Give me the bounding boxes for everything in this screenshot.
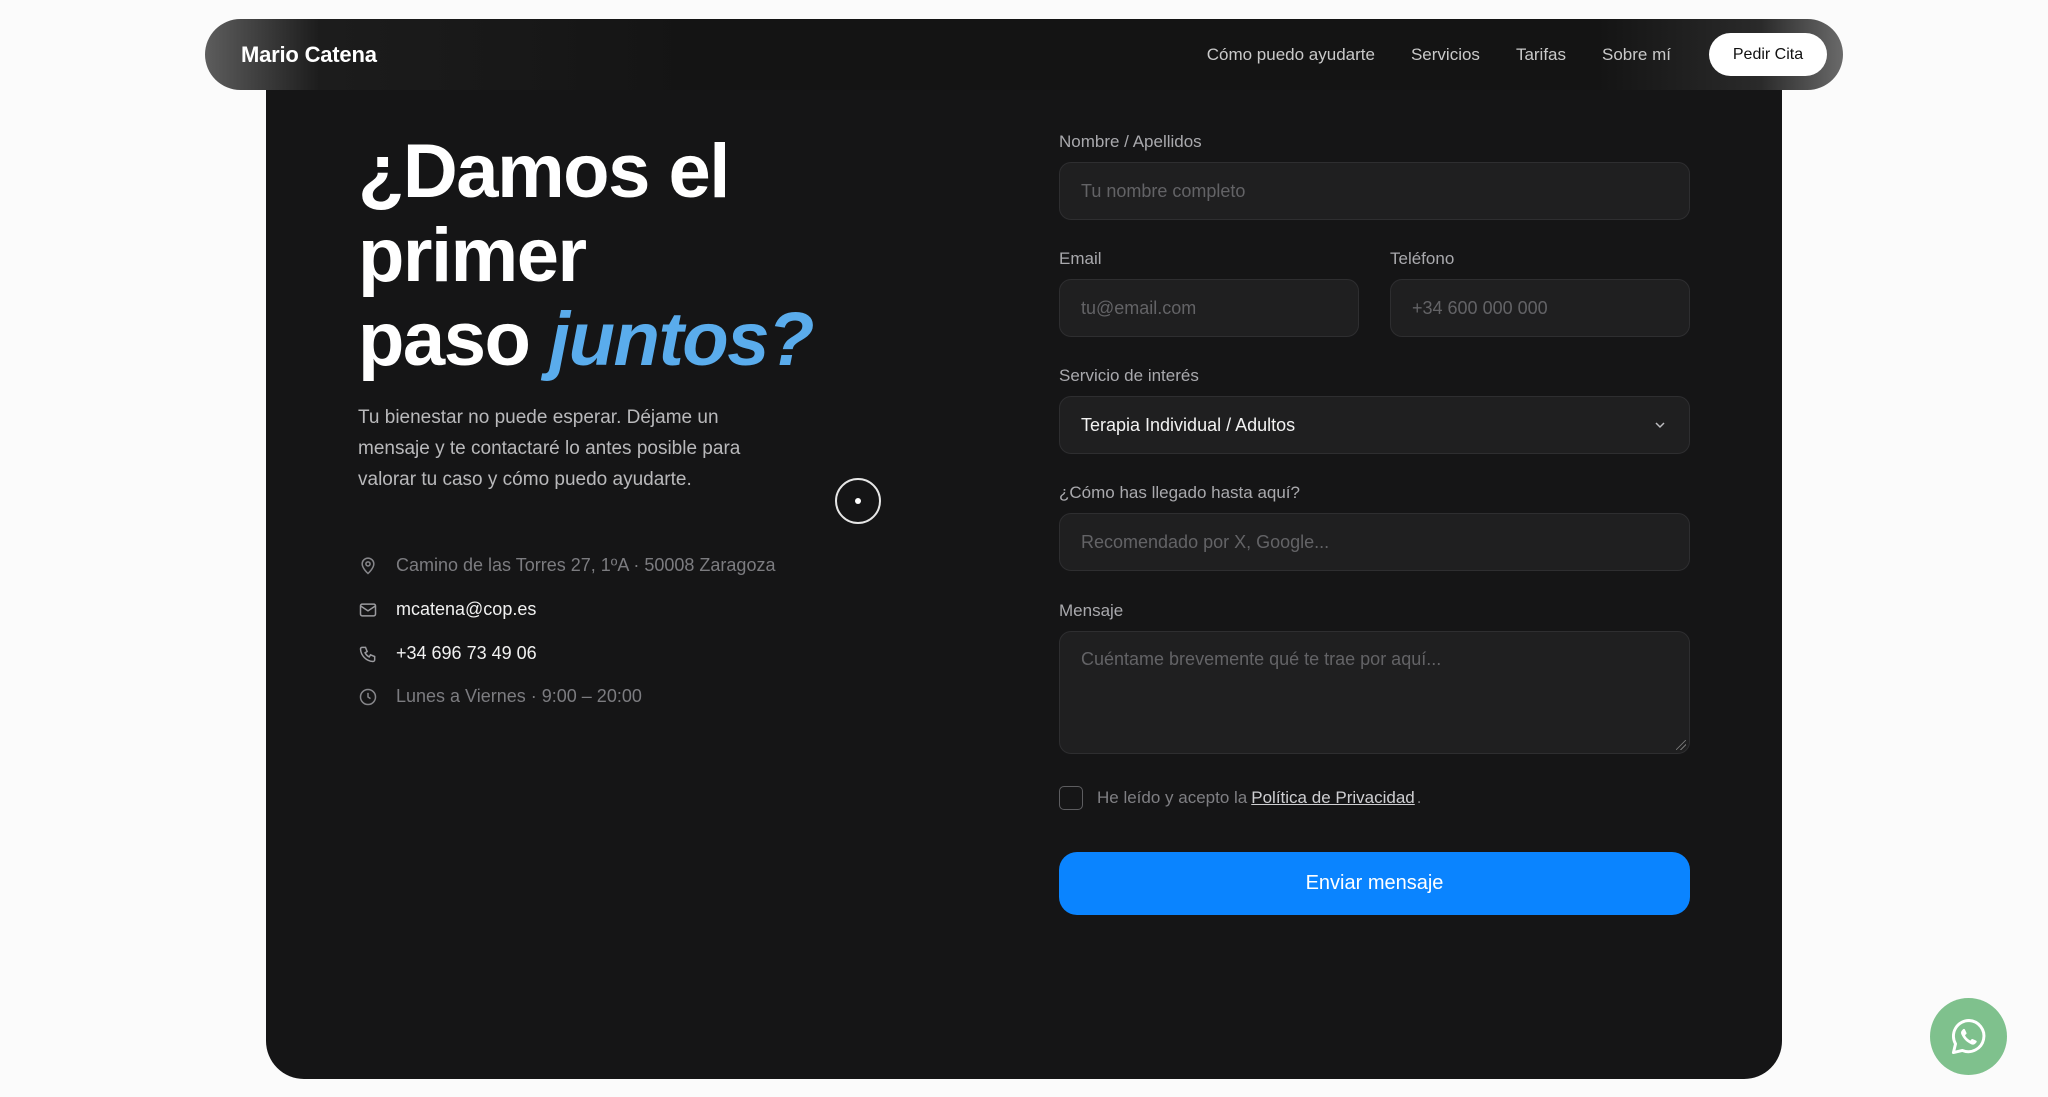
name-input[interactable]: Tu nombre completo	[1059, 162, 1690, 220]
contact-hours: Lunes a Viernes · 9:00 – 20:00	[358, 686, 642, 707]
privacy-checkbox[interactable]	[1059, 786, 1083, 810]
title-line-2: primer	[358, 213, 587, 298]
contact-address: Camino de las Torres 27, 1ºA · 50008 Zar…	[358, 555, 775, 576]
contact-email[interactable]: mcatena@cop.es	[358, 599, 536, 620]
name-label: Nombre / Apellidos	[1059, 132, 1202, 151]
consent-text: He leído y acepto la	[1097, 788, 1248, 807]
intro-text: Tu bienestar no puede esperar. Déjame un…	[358, 407, 741, 490]
title-line-1: ¿Damos el	[358, 129, 730, 214]
email-label: Email	[1059, 249, 1102, 268]
email-input[interactable]: tu@email.com	[1059, 279, 1359, 337]
send-message-button[interactable]: Enviar mensaje	[1059, 852, 1690, 915]
email-link[interactable]: mcatena@cop.es	[396, 599, 536, 620]
phone-link[interactable]: +34 696 73 49 06	[396, 643, 537, 664]
phone-input[interactable]: +34 600 000 000	[1390, 279, 1690, 337]
message-placeholder: Cuéntame brevemente qué te trae por aquí…	[1081, 649, 1442, 669]
phone-label: Teléfono	[1390, 249, 1455, 268]
whatsapp-button[interactable]	[1930, 998, 2007, 1075]
nav-links: Cómo puedo ayudarte Servicios Tarifas So…	[1207, 33, 1827, 76]
brand-logo[interactable]: Mario Catena	[241, 42, 377, 68]
privacy-consent: He leído y acepto la Política de Privaci…	[1059, 786, 1421, 810]
mail-icon	[358, 600, 378, 620]
resize-handle-icon[interactable]	[1676, 740, 1686, 750]
whatsapp-icon	[1947, 1015, 1991, 1059]
top-navbar: Mario Catena Cómo puedo ayudarte Servici…	[205, 19, 1843, 90]
message-label: Mensaje	[1059, 601, 1124, 620]
service-select[interactable]: Terapia Individual / Adultos	[1059, 396, 1690, 454]
contact-phone[interactable]: +34 696 73 49 06	[358, 643, 537, 664]
title-line-3: paso	[358, 297, 549, 382]
service-selected-value: Terapia Individual / Adultos	[1081, 414, 1296, 435]
service-label: Servicio de interés	[1059, 366, 1199, 385]
privacy-policy-link[interactable]: Política de Privacidad	[1251, 788, 1414, 808]
pedir-cita-button[interactable]: Pedir Cita	[1709, 33, 1827, 76]
title-accent: juntos?	[549, 297, 814, 382]
message-textarea[interactable]: Cuéntame brevemente qué te trae por aquí…	[1059, 631, 1690, 754]
phone-icon	[358, 644, 378, 664]
cursor-indicator	[835, 478, 881, 524]
source-label: ¿Cómo has llegado hasta aquí?	[1059, 483, 1300, 502]
nav-link-sobre-mi[interactable]: Sobre mí	[1602, 45, 1671, 65]
map-pin-icon	[358, 556, 378, 576]
clock-icon	[358, 687, 378, 707]
nav-link-como-puedo-ayudarte[interactable]: Cómo puedo ayudarte	[1207, 45, 1375, 65]
chevron-down-icon	[1652, 417, 1668, 433]
hours-text: Lunes a Viernes · 9:00 – 20:00	[396, 686, 642, 706]
page-title: ¿Damos el primer paso juntos?	[358, 129, 814, 382]
address-text: Camino de las Torres 27, 1ºA · 50008 Zar…	[396, 555, 776, 575]
nav-link-tarifas[interactable]: Tarifas	[1516, 45, 1566, 65]
consent-period: .	[1416, 788, 1422, 807]
nav-link-servicios[interactable]: Servicios	[1411, 45, 1480, 65]
source-input[interactable]: Recomendado por X, Google...	[1059, 513, 1690, 571]
